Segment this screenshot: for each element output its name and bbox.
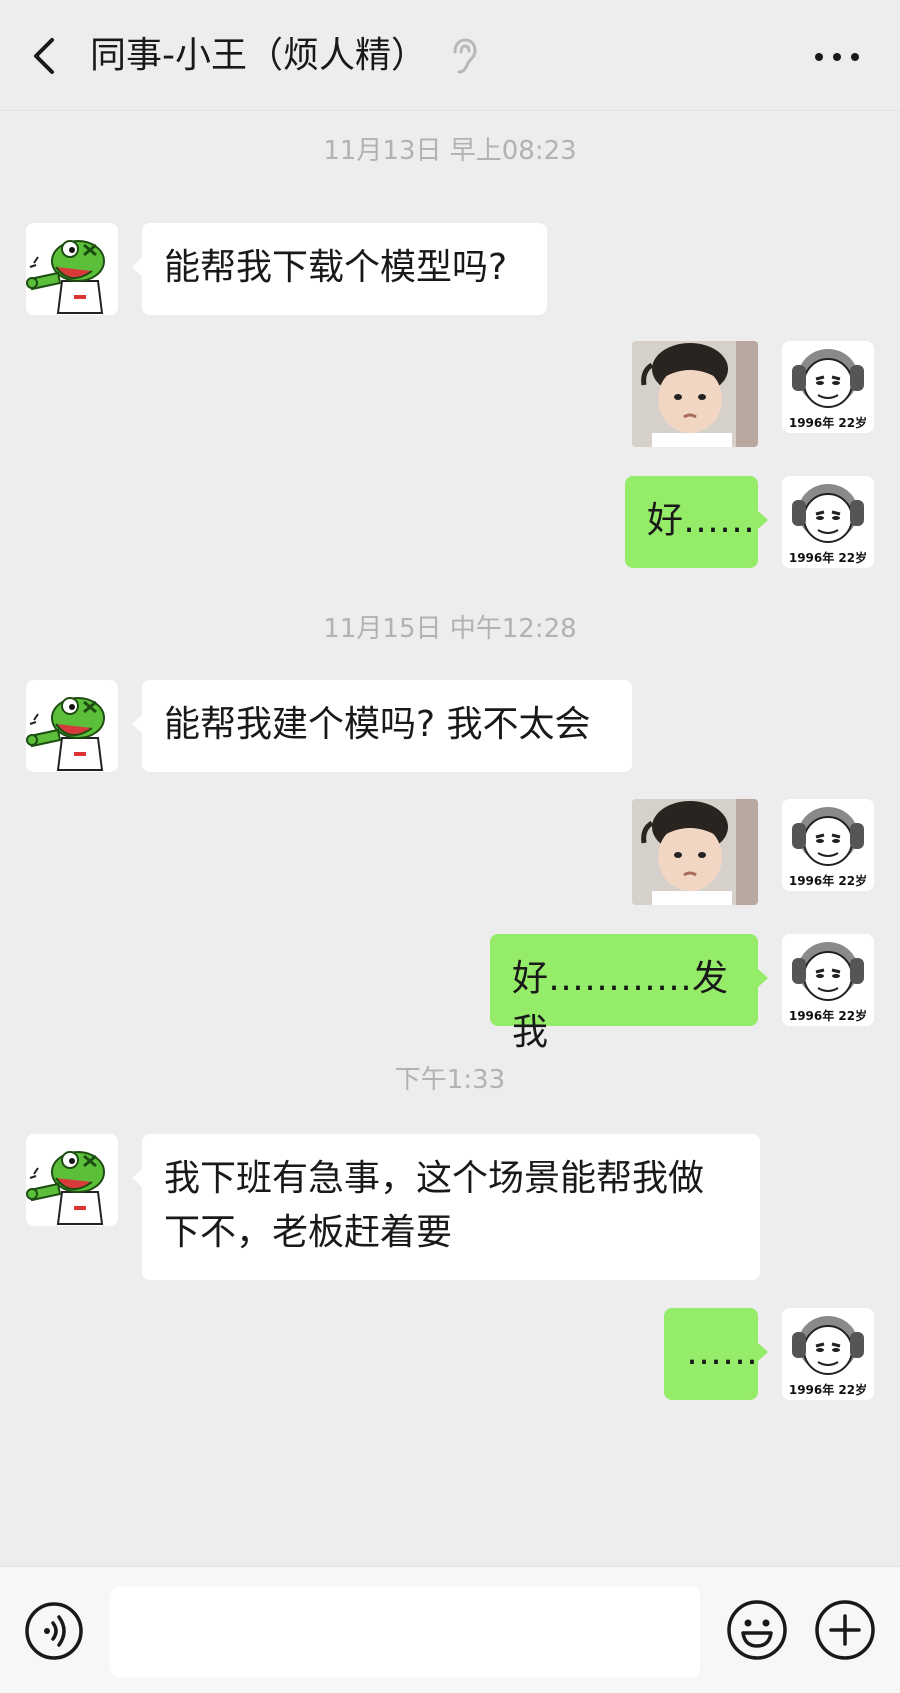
message-text-line: 我下班有急事，这个场景能帮我做 xyxy=(164,1158,705,1199)
avatar-caption: 1996年 22岁 xyxy=(789,1008,867,1023)
message-text: 好…………发我 xyxy=(512,958,729,1053)
message-text: 能帮我建个模吗? 我不太会 xyxy=(164,704,591,745)
self-avatar[interactable]: 1996年 22岁 xyxy=(782,341,874,433)
message-text-line: 下不，老板赶着要 xyxy=(164,1212,453,1253)
self-avatar[interactable]: 1996年 22岁 xyxy=(782,476,874,568)
message-bubble-outgoing[interactable]: 好…… xyxy=(625,476,768,568)
message-bubble-outgoing[interactable]: …… xyxy=(664,1308,768,1400)
back-button[interactable] xyxy=(24,30,68,82)
self-avatar[interactable]: 1996年 22岁 xyxy=(782,799,874,891)
avatar-caption: 1996年 22岁 xyxy=(789,415,867,430)
self-avatar[interactable]: 1996年 22岁 xyxy=(782,1308,874,1400)
message-bubble-outgoing[interactable]: 好…………发我 xyxy=(490,934,768,1053)
message-text: …… xyxy=(686,1332,758,1373)
message-list[interactable]: 11月13日 早上08:23 能帮我下载个模型吗? 1996年 22岁 好…… … xyxy=(0,110,900,1566)
self-avatar[interactable]: 1996年 22岁 xyxy=(782,934,874,1026)
more-functions-button[interactable] xyxy=(814,1599,876,1661)
message-bubble-incoming[interactable]: 我下班有急事，这个场景能帮我做 下不，老板赶着要 xyxy=(132,1134,760,1280)
contact-avatar[interactable] xyxy=(26,680,118,772)
timestamp: 下午1:33 xyxy=(394,1065,506,1095)
chevron-left-icon xyxy=(34,38,54,74)
message-bubble-incoming[interactable]: 能帮我建个模吗? 我不太会 xyxy=(132,680,632,772)
chat-title: 同事-小王（烦人精） xyxy=(90,35,427,76)
plus-icon xyxy=(815,1600,875,1660)
sticker-image[interactable] xyxy=(632,799,758,905)
avatar-caption: 1996年 22岁 xyxy=(789,873,867,888)
contact-avatar[interactable] xyxy=(26,223,118,315)
avatar-caption: 1996年 22岁 xyxy=(789,550,867,565)
input-bar xyxy=(0,1566,900,1693)
more-dots-icon xyxy=(815,53,859,61)
contact-avatar[interactable] xyxy=(26,1134,118,1226)
message-bubble-incoming[interactable]: 能帮我下载个模型吗? xyxy=(132,223,547,315)
voice-icon xyxy=(25,1602,83,1660)
message-input[interactable] xyxy=(110,1587,700,1677)
timestamp: 11月13日 早上08:23 xyxy=(323,136,577,166)
ear-icon xyxy=(450,38,478,76)
emoji-icon xyxy=(727,1600,787,1660)
timestamp: 11月15日 中午12:28 xyxy=(323,614,577,644)
chat-header: 同事-小王（烦人精） xyxy=(0,0,900,111)
sticker-image[interactable] xyxy=(632,341,758,447)
voice-button[interactable] xyxy=(24,1601,84,1661)
message-text: 好…… xyxy=(647,500,756,541)
avatar-caption: 1996年 22岁 xyxy=(789,1382,867,1397)
message-text: 能帮我下载个模型吗? xyxy=(164,247,508,288)
emoji-button[interactable] xyxy=(726,1599,788,1661)
more-button[interactable] xyxy=(812,40,862,74)
